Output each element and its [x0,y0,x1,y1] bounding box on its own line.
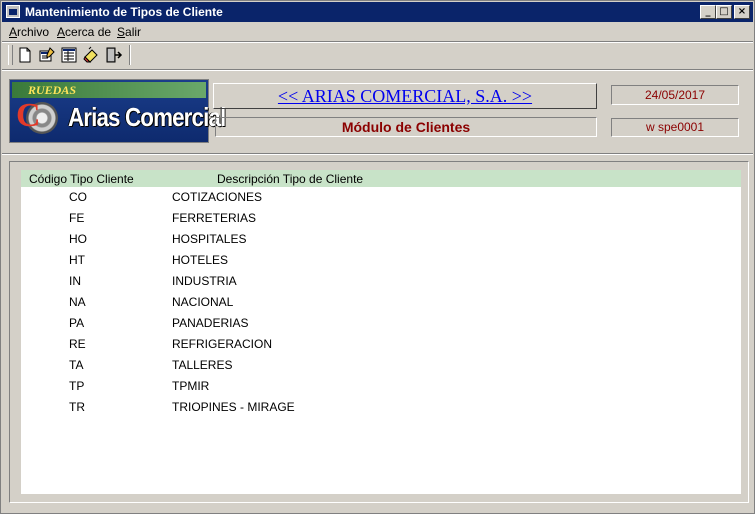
client-type-description: HOSPITALES [172,232,247,246]
current-date: 24/05/2017 [611,85,739,105]
list-item[interactable]: HO HOSPITALES [21,229,741,250]
menu-salir[interactable]: Salir [117,25,141,39]
list-item[interactable]: TR TRIOPINES - MIRAGE [21,397,741,418]
main-window: Mantenimiento de Tipos de Cliente _ □ × … [0,0,755,514]
header-separator [2,153,753,155]
client-type-code: CO [69,190,87,204]
client-type-code: HT [69,253,85,267]
list-item[interactable]: CO COTIZACIONES [21,187,741,208]
client-type-code: IN [69,274,81,288]
toolbar-separator [129,45,131,65]
menu-archivo[interactable]: Archivo [9,25,49,39]
maximize-button[interactable]: □ [716,5,732,19]
client-type-description: TRIOPINES - MIRAGE [172,400,295,414]
client-type-description: TALLERES [172,358,233,372]
logo-ruedas-text: RUEDAS [28,83,77,97]
logo-letter: C [16,97,41,134]
menu-salir-mnemonic: S [117,25,126,39]
list-item[interactable]: IN INDUSTRIA [21,271,741,292]
menu-archivo-mnemonic: A [9,25,18,39]
window-title: Mantenimiento de Tipos de Cliente [25,5,223,19]
client-type-code: TA [69,358,84,372]
list-header: Código Tipo Cliente Descripción Tipo de … [21,170,741,187]
module-title: Módulo de Clientes [215,117,597,137]
list-item[interactable]: NA NACIONAL [21,292,741,313]
company-name-link[interactable]: << ARIAS COMERCIAL, S.A. >> [278,86,532,106]
column-header-description[interactable]: Descripción Tipo de Cliente [217,172,363,186]
client-type-code: FE [69,211,85,225]
menu-bar: Archivo Acerca de Salir [2,23,753,41]
title-bar[interactable]: Mantenimiento de Tipos de Cliente _ □ × [2,2,753,22]
menu-salir-label: alir [125,25,142,39]
menu-acerca-mnemonic: A [57,25,66,39]
client-type-code: HO [69,232,87,246]
menu-archivo-label: rchivo [17,25,50,39]
client-type-list[interactable]: Código Tipo Cliente Descripción Tipo de … [21,170,741,494]
client-type-code: NA [69,295,86,309]
list-item[interactable]: FE FERRETERIAS [21,208,741,229]
list-view-icon[interactable] [59,45,79,65]
client-type-description: REFRIGERACION [172,337,273,351]
exit-door-icon[interactable] [103,45,123,65]
minimize-button[interactable]: _ [700,5,716,19]
eraser-icon[interactable] [81,45,101,65]
toolbar-grip[interactable] [8,45,13,65]
column-header-code[interactable]: Código Tipo Cliente [29,172,134,186]
client-type-code: TP [69,379,85,393]
client-type-description: COTIZACIONES [172,190,263,204]
list-item[interactable]: PA PANADERIAS [21,313,741,334]
current-user: w spe0001 [611,118,739,137]
client-type-description: PANADERIAS [172,316,249,330]
client-type-description: TPMIR [172,379,210,393]
toolbar-bottom-separator [2,69,753,71]
list-item[interactable]: RE REFRIGERACION [21,334,741,355]
client-type-code: PA [69,316,85,330]
app-window-icon[interactable] [6,5,20,18]
new-document-icon[interactable] [15,45,35,65]
company-name-panel: << ARIAS COMERCIAL, S.A. >> [213,83,597,109]
menu-acerca-de[interactable]: Acerca de [57,25,111,39]
edit-form-icon[interactable] [37,45,57,65]
list-item[interactable]: TA TALLERES [21,355,741,376]
client-type-description: NACIONAL [172,295,234,309]
close-button[interactable]: × [734,5,750,19]
toolbar [5,43,135,67]
list-item[interactable]: HT HOTELES [21,250,741,271]
client-type-description: INDUSTRIA [172,274,237,288]
list-item[interactable]: TP TPMIR [21,376,741,397]
client-type-description: FERRETERIAS [172,211,257,225]
logo-company-name: Arias Comercial [68,102,226,132]
company-logo: RUEDAS C Arias Comercial [9,79,226,143]
client-type-code: RE [69,337,86,351]
client-type-description: HOTELES [172,253,229,267]
client-type-code: TR [69,400,85,414]
menu-acerca-label: cerca de [65,25,112,39]
